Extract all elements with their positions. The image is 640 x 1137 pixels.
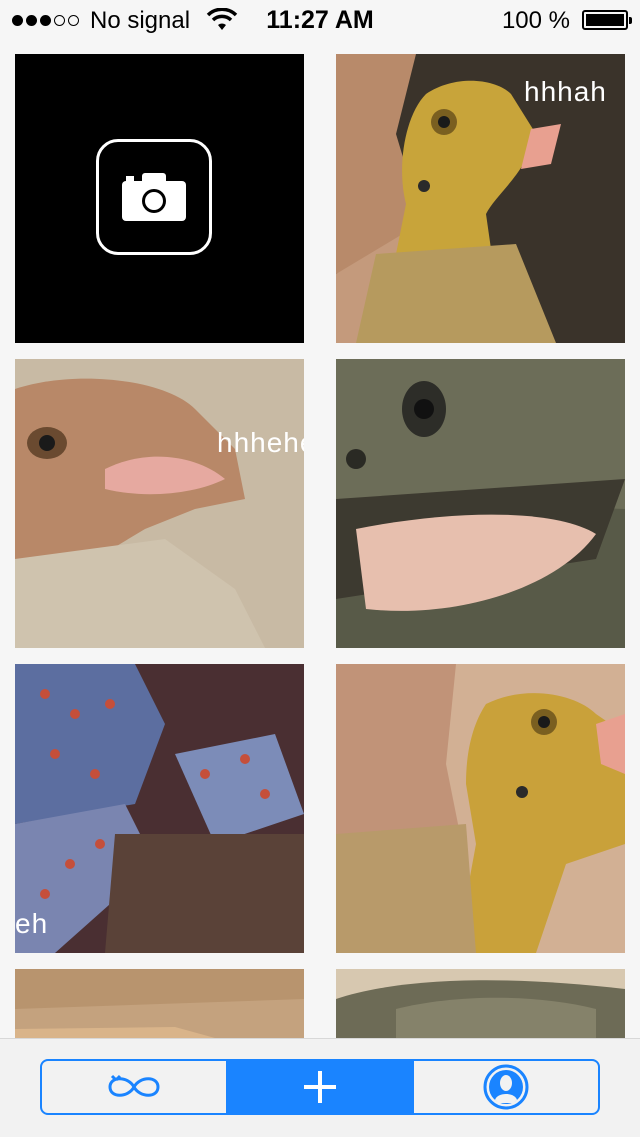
- tile-caption: hhhah: [524, 76, 607, 107]
- lizard-photo: [336, 664, 625, 953]
- lizard-photo: [15, 664, 304, 953]
- camera-icon: [122, 173, 186, 221]
- camera-tile[interactable]: [15, 54, 304, 343]
- lizard-photo: [336, 359, 625, 648]
- photo-tile[interactable]: [336, 664, 625, 953]
- segmented-control: [40, 1059, 600, 1115]
- lizard-photo: [336, 969, 625, 1038]
- plus-icon: [304, 1071, 336, 1103]
- camera-button[interactable]: [96, 139, 212, 255]
- photo-tile[interactable]: [15, 969, 304, 1038]
- status-bar: No signal 11:27 AM 100 %: [0, 0, 640, 40]
- lizard-photo: [15, 359, 304, 648]
- loop-icon: [108, 1074, 160, 1097]
- photo-tile[interactable]: [336, 969, 625, 1038]
- tab-bar: [0, 1038, 640, 1137]
- tile-caption: hhhehe: [217, 427, 304, 458]
- tab-profile[interactable]: [412, 1061, 598, 1113]
- tab-loop[interactable]: [42, 1061, 226, 1113]
- tile-caption: eh: [15, 908, 49, 939]
- battery-icon: [582, 10, 632, 30]
- photo-tile[interactable]: hhhah: [336, 54, 625, 343]
- photo-tile[interactable]: [336, 359, 625, 648]
- lizard-photo: [15, 969, 304, 1038]
- photo-tile[interactable]: eh: [15, 664, 304, 953]
- battery-percentage: 100 %: [501, 7, 570, 34]
- tab-add[interactable]: [226, 1061, 412, 1113]
- photo-tile[interactable]: hhhehe: [15, 359, 304, 648]
- profile-icon: [483, 1064, 529, 1110]
